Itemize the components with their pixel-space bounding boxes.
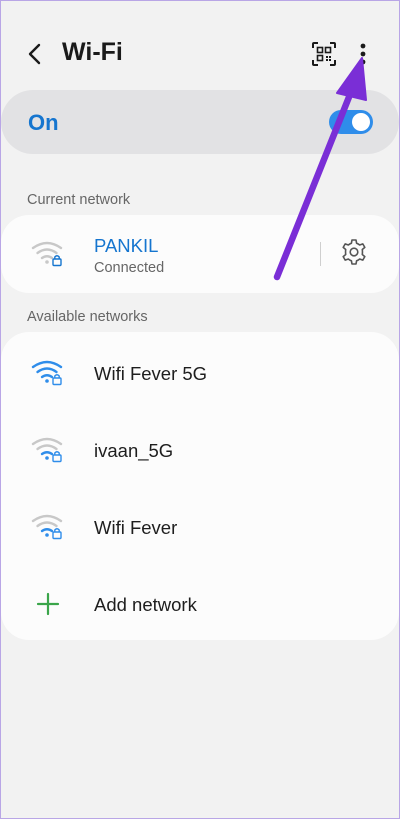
gear-icon[interactable] — [340, 238, 368, 266]
network-row-wifi-fever-5g[interactable]: Wifi Fever 5G — [1, 334, 399, 410]
wifi-lock-icon — [31, 514, 63, 540]
qr-scan-icon[interactable] — [311, 41, 337, 67]
switch-knob — [351, 112, 371, 132]
back-chevron-icon[interactable] — [22, 40, 50, 68]
network-row-wifi-fever[interactable]: Wifi Fever — [1, 488, 399, 564]
wifi-lock-icon — [31, 360, 63, 386]
current-network-heading: Current network — [27, 192, 131, 208]
network-name: Wifi Fever — [94, 517, 178, 538]
current-network-status: Connected — [94, 260, 165, 276]
available-networks-heading: Available networks — [27, 309, 148, 325]
add-network-row[interactable]: Add network — [1, 566, 399, 642]
wifi-lock-icon — [31, 437, 63, 463]
current-network-name: PANKIL — [94, 235, 159, 256]
network-name: ivaan_5G — [94, 440, 174, 461]
toggle-label: On — [28, 110, 59, 135]
plus-icon — [36, 592, 60, 616]
more-options-icon[interactable] — [350, 40, 376, 68]
wifi-lock-icon — [31, 241, 63, 267]
wifi-switch[interactable] — [329, 110, 373, 134]
network-row-ivaan-5g[interactable]: ivaan_5G — [1, 411, 399, 487]
network-name: Wifi Fever 5G — [94, 363, 208, 384]
row-divider — [320, 242, 321, 266]
available-networks-card: Wifi Fever 5G ivaan_5G Wifi Fever Add ne… — [1, 332, 399, 640]
wifi-master-toggle[interactable]: On — [1, 90, 399, 154]
add-network-label: Add network — [94, 594, 197, 615]
page-title: Wi-Fi — [62, 38, 123, 66]
